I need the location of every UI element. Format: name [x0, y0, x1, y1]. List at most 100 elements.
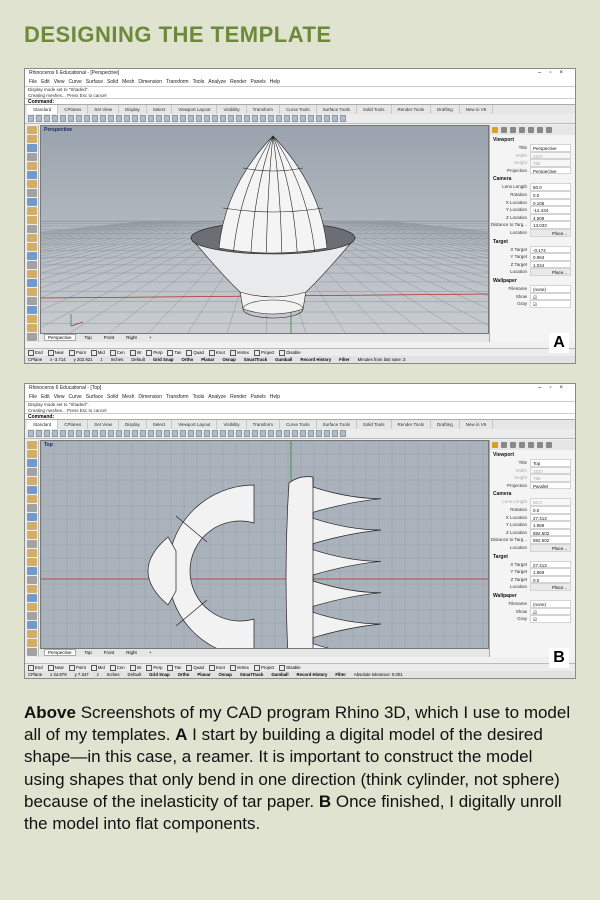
- status-toggle[interactable]: Filter: [339, 357, 350, 362]
- menu-item[interactable]: Render: [230, 394, 246, 400]
- tool-icon[interactable]: [124, 115, 130, 122]
- osnap-checkbox[interactable]: Tan: [167, 350, 181, 355]
- status-toggle[interactable]: Record History: [300, 357, 331, 362]
- view-tab[interactable]: Perspective: [44, 334, 76, 341]
- tool-icon[interactable]: [27, 450, 37, 458]
- toolbar-tab[interactable]: Visibility: [217, 420, 247, 429]
- menu-item[interactable]: Edit: [41, 79, 50, 85]
- toolbar-tab[interactable]: Surface Tools: [317, 420, 357, 429]
- tool-icon[interactable]: [27, 288, 37, 296]
- tool-icon[interactable]: [27, 324, 37, 332]
- property-value[interactable]: 1.044: [530, 260, 571, 269]
- tool-icon[interactable]: [36, 430, 42, 437]
- property-value[interactable]: 27.413: [530, 560, 571, 569]
- tool-icon[interactable]: [172, 115, 178, 122]
- view-tab[interactable]: Top: [82, 650, 95, 655]
- tool-icon[interactable]: [220, 430, 226, 437]
- tool-icon[interactable]: [316, 430, 322, 437]
- property-value[interactable]: Top: [530, 459, 571, 467]
- menu-item[interactable]: Panels: [251, 79, 266, 85]
- osnap-checkbox[interactable]: Point: [69, 350, 86, 355]
- tool-icon[interactable]: [44, 430, 50, 437]
- tool-icon[interactable]: [84, 430, 90, 437]
- status-toggle[interactable]: SmartTrack: [244, 357, 267, 362]
- status-toggle[interactable]: Record History: [297, 672, 328, 677]
- place-button[interactable]: Place...: [530, 268, 571, 276]
- tool-icon[interactable]: [27, 477, 37, 485]
- window-controls[interactable]: –▫×: [538, 69, 571, 78]
- tool-icon[interactable]: [260, 115, 266, 122]
- tool-icon[interactable]: [292, 115, 298, 122]
- tool-icon[interactable]: [27, 306, 37, 314]
- toolbar-tab[interactable]: Display: [119, 105, 147, 114]
- property-value[interactable]: 13.033: [530, 221, 571, 229]
- viewport[interactable]: Top: [40, 440, 489, 649]
- property-value[interactable]: 882.502: [530, 536, 571, 544]
- status-toggle[interactable]: Osnap: [222, 357, 235, 362]
- view-tab[interactable]: Perspective: [44, 649, 76, 656]
- tool-icon[interactable]: [27, 171, 37, 179]
- menu-item[interactable]: View: [54, 394, 65, 400]
- tool-icon[interactable]: [27, 153, 37, 161]
- menu-item[interactable]: View: [54, 79, 65, 85]
- menu-item[interactable]: Analyze: [208, 79, 226, 85]
- menu-item[interactable]: Solid: [107, 79, 118, 85]
- osnap-checkbox[interactable]: Perp: [146, 665, 162, 670]
- tool-icon[interactable]: [27, 225, 37, 233]
- tool-icon[interactable]: [27, 234, 37, 242]
- tool-icon[interactable]: [164, 115, 170, 122]
- property-value[interactable]: 4.509: [530, 213, 571, 222]
- status-toggle[interactable]: Grid Snap: [149, 672, 170, 677]
- tool-icon[interactable]: [180, 430, 186, 437]
- tool-icon[interactable]: [116, 115, 122, 122]
- tool-icon[interactable]: [27, 486, 37, 494]
- menu-item[interactable]: Tools: [193, 394, 205, 400]
- tool-icon[interactable]: [172, 430, 178, 437]
- tool-icon[interactable]: [28, 115, 34, 122]
- toolbar-tab[interactable]: Solid Tools: [357, 420, 392, 429]
- tool-icon[interactable]: [212, 115, 218, 122]
- tool-icon[interactable]: [27, 558, 37, 566]
- tool-icon[interactable]: [268, 430, 274, 437]
- tool-icon[interactable]: [236, 430, 242, 437]
- property-value[interactable]: 1.969: [530, 521, 571, 529]
- osnap-checkbox[interactable]: Disable: [279, 350, 300, 355]
- property-value[interactable]: 756: [530, 474, 571, 482]
- tool-icon[interactable]: [27, 612, 37, 620]
- tool-icon[interactable]: [27, 261, 37, 269]
- tool-icon[interactable]: [324, 430, 330, 437]
- view-tab[interactable]: Front: [101, 335, 118, 340]
- tool-icon[interactable]: [244, 115, 250, 122]
- property-value[interactable]: 0.0: [530, 575, 571, 584]
- property-value[interactable]: -0.174: [530, 245, 571, 254]
- osnap-checkbox[interactable]: Near: [48, 665, 64, 670]
- property-value[interactable]: 50.0: [530, 498, 571, 506]
- toolbar-tab[interactable]: Surface Tools: [317, 105, 357, 114]
- osnap-checkbox[interactable]: Perp: [146, 350, 162, 355]
- panel-tab-icon[interactable]: [546, 127, 552, 133]
- osnap-checkbox[interactable]: Int: [130, 350, 142, 355]
- property-value[interactable]: ☑: [530, 607, 571, 616]
- command-input[interactable]: Command:: [25, 98, 575, 105]
- property-value[interactable]: 1537: [530, 151, 571, 160]
- tool-icon[interactable]: [27, 459, 37, 467]
- tool-icon[interactable]: [27, 513, 37, 521]
- viewport-label[interactable]: Top: [44, 442, 53, 448]
- tool-icon[interactable]: [132, 430, 138, 437]
- toolbar-tab[interactable]: Curve Tools: [280, 420, 317, 429]
- toolbar-tab[interactable]: Viewport Layout: [172, 420, 218, 429]
- tool-icon[interactable]: [27, 216, 37, 224]
- property-value[interactable]: Perspective: [530, 144, 571, 152]
- tool-icon[interactable]: [27, 585, 37, 593]
- tool-icon[interactable]: [27, 252, 37, 260]
- tool-icon[interactable]: [27, 549, 37, 557]
- panel-tab-icon[interactable]: [501, 127, 507, 133]
- tool-icon[interactable]: [108, 430, 114, 437]
- menu-item[interactable]: Surface: [86, 394, 103, 400]
- tool-icon[interactable]: [148, 430, 154, 437]
- property-value[interactable]: -12.434: [530, 206, 571, 214]
- tool-icon[interactable]: [27, 135, 37, 143]
- menu-item[interactable]: Curve: [68, 394, 81, 400]
- menu-item[interactable]: File: [29, 79, 37, 85]
- tool-icon[interactable]: [100, 430, 106, 437]
